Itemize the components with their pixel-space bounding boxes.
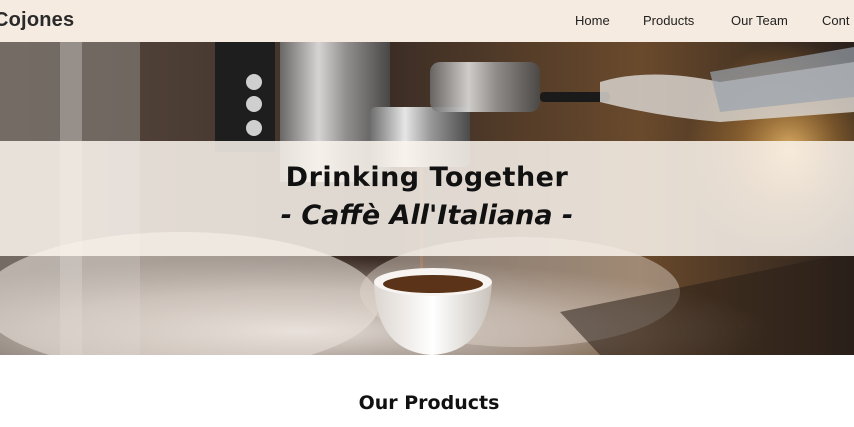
nav-link-contact[interactable]: Cont — [822, 13, 849, 28]
nav-link-our-team[interactable]: Our Team — [731, 13, 788, 28]
nav-links: Home Products Our Team Cont — [0, 13, 854, 29]
hero-banner: Drinking Together - Caffè All'Italiana - — [0, 42, 854, 355]
products-section-title: Our Products — [358, 392, 500, 414]
hero-subtitle: - Caffè All'Italiana - — [280, 200, 574, 231]
hero-text-band — [0, 141, 854, 256]
hero-title: Drinking Together — [285, 162, 569, 193]
navbar: Cojones Home Products Our Team Cont — [0, 0, 854, 42]
nav-link-products[interactable]: Products — [643, 13, 694, 28]
nav-link-home[interactable]: Home — [575, 13, 610, 28]
